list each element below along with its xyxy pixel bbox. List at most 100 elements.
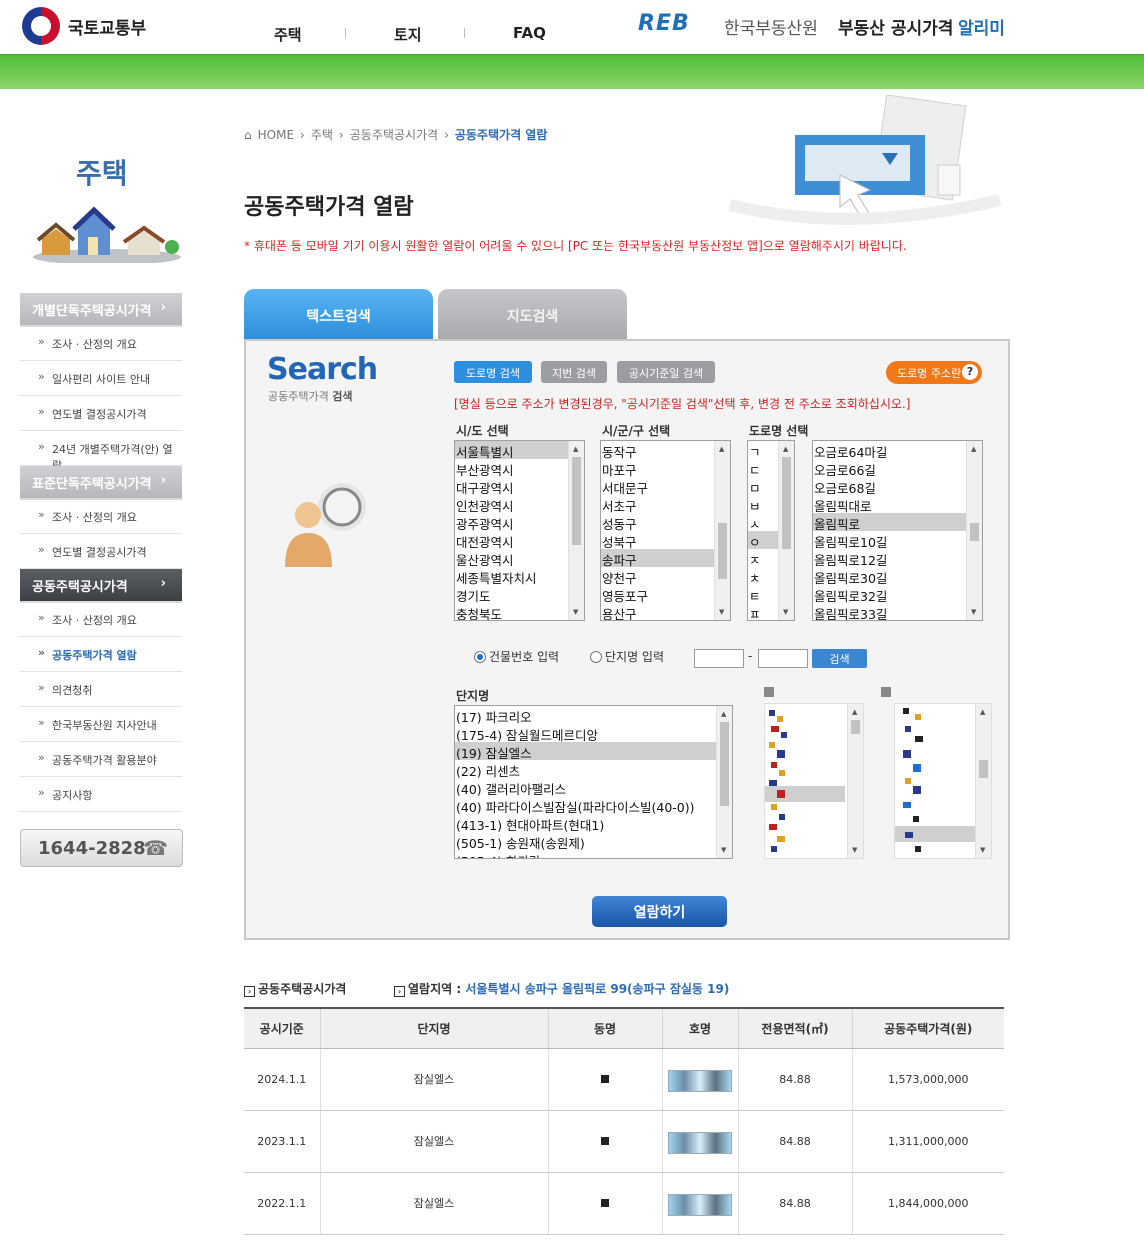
sigungu-listbox[interactable]: 동작구 마포구 서대문구 서초구 성동구 성북구 송파구 양천구 영등포구 용산… xyxy=(600,440,731,621)
list-item[interactable]: 오금로68길 xyxy=(813,477,982,495)
scrollbar[interactable]: ▲ ▼ xyxy=(714,441,730,620)
list-item[interactable]: 용산구 xyxy=(601,603,730,620)
reb-name[interactable]: 한국부동산원 xyxy=(724,14,818,39)
scrollbar[interactable]: ▲ ▼ xyxy=(778,441,794,620)
ho-listbox[interactable]: ▲ ▼ xyxy=(894,703,992,859)
sidebar-category-standard-house[interactable]: 표준단독주택공시가격 › xyxy=(20,466,182,498)
list-item[interactable]: 성북구 xyxy=(601,531,730,549)
ministry-name[interactable]: 국토교통부 xyxy=(68,14,146,39)
complex-listbox[interactable]: (17) 파크리오 (175-4) 잠실월드메르디앙 (19) 잠실엘스 (22… xyxy=(454,705,733,859)
scrollbar[interactable]: ▲ ▼ xyxy=(847,704,863,858)
service-name[interactable]: 부동산 공시가격 xyxy=(838,14,953,39)
list-item[interactable]: 올림픽로33길 xyxy=(813,603,982,620)
list-item[interactable]: (505-1) 송원재(송원제) xyxy=(455,832,732,850)
scrollbar[interactable]: ▲ ▼ xyxy=(966,441,982,620)
list-item[interactable]: 서대문구 xyxy=(601,477,730,495)
breadcrumb-home[interactable]: HOME xyxy=(258,128,294,142)
road-name-search-button[interactable]: 도로명 검색 xyxy=(454,361,532,383)
list-item[interactable]: 부산광역시 xyxy=(455,459,584,477)
list-item[interactable]: 마포구 xyxy=(601,459,730,477)
sidebar-category-individual-house[interactable]: 개별단독주택공시가격 › xyxy=(20,293,182,325)
scrollbar[interactable]: ▲ ▼ xyxy=(716,706,732,858)
redacted-label-icon xyxy=(764,687,774,697)
list-item[interactable]: 경기도 xyxy=(455,585,584,603)
list-item[interactable]: 세종특별자치시 xyxy=(455,567,584,585)
sidebar-item-branch-info[interactable]: 한국부동산원 지사안내 xyxy=(20,707,182,742)
result-region: › 열람지역 : 서울특별시 송파구 올림픽로 99(송파구 잠실동 19) xyxy=(394,980,729,997)
list-item[interactable]: 오금로66길 xyxy=(813,459,982,477)
list-item[interactable]: (40) 갤러리아팰리스 xyxy=(455,778,732,796)
consonant-listbox[interactable]: ㄱ ㄷ ㅁ ㅂ ㅅ ㅇ ㅈ ㅊ ㅌ ㅍ ▲ ▼ xyxy=(747,440,795,621)
sido-listbox[interactable]: 서울특별시 부산광역시 대구광역시 인천광역시 광주광역시 대전광역시 울산광역… xyxy=(454,440,585,621)
list-item[interactable]: 올림픽로 xyxy=(813,513,982,531)
sidebar-item-survey-overview[interactable]: 조사 · 산정의 개요 xyxy=(20,326,182,361)
redacted-label-icon xyxy=(881,687,891,697)
list-item[interactable]: 올림픽로32길 xyxy=(813,585,982,603)
nav-housing[interactable]: 주택 xyxy=(274,24,302,45)
building-sub-number-input[interactable] xyxy=(758,649,808,668)
list-item[interactable]: 영등포구 xyxy=(601,585,730,603)
breadcrumb-apartment[interactable]: 공동주택공시가격 xyxy=(350,128,438,142)
tab-text-search[interactable]: 텍스트검색 xyxy=(244,289,433,340)
radio-complex-name[interactable]: 단지명 입력 xyxy=(590,648,664,665)
list-item[interactable]: (175-4) 잠실월드메르디앙 xyxy=(455,724,732,742)
road-listbox[interactable]: 오금로64마길 오금로66길 오금로68길 올림픽대로 올림픽로 올림픽로10길… xyxy=(812,440,983,621)
service-brand[interactable]: 알리미 xyxy=(958,14,1005,39)
building-search-button[interactable]: 검색 xyxy=(812,649,867,668)
list-item[interactable]: 동작구 xyxy=(601,441,730,459)
list-item[interactable]: 광주광역시 xyxy=(455,513,584,531)
reb-logo[interactable]: REB xyxy=(638,11,690,36)
list-item[interactable]: 오금로64마길 xyxy=(813,441,982,459)
view-button[interactable]: 열람하기 xyxy=(592,896,727,927)
nav-faq[interactable]: FAQ xyxy=(513,24,546,42)
dong-listbox[interactable]: ▲ ▼ xyxy=(764,703,864,859)
tab-map-search[interactable]: 지도검색 xyxy=(438,289,627,340)
list-item[interactable]: 대전광역시 xyxy=(455,531,584,549)
list-item[interactable]: (17) 파크리오 xyxy=(455,706,732,724)
sidebar-item-apartment-price-view[interactable]: 공동주택가격 열람 xyxy=(20,637,182,672)
sidebar-item-survey-overview[interactable]: 조사 · 산정의 개요 xyxy=(20,499,182,534)
list-item[interactable]: 울산광역시 xyxy=(455,549,584,567)
sidebar-item-notice[interactable]: 공지사항 xyxy=(20,777,182,812)
list-item[interactable]: (40) 파라다이스빌잠실(파라다이스빌(40-0)) xyxy=(455,796,732,814)
nav-land[interactable]: 토지 xyxy=(394,24,422,45)
radio-building-number[interactable]: 건물번호 입력 xyxy=(474,648,559,665)
list-item[interactable]: (413-1) 현대아파트(현대1) xyxy=(455,814,732,832)
list-item[interactable]: 서울특별시 xyxy=(455,441,584,459)
breadcrumb-housing[interactable]: 주택 xyxy=(311,128,333,142)
redacted-pixel-icon xyxy=(903,708,923,852)
list-item[interactable]: 올림픽로12길 xyxy=(813,549,982,567)
list-item[interactable]: 서초구 xyxy=(601,495,730,513)
scrollbar[interactable]: ▲ ▼ xyxy=(975,704,991,858)
sidebar-category-apartment[interactable]: 공동주택공시가격 › xyxy=(20,569,182,601)
list-item[interactable]: 송파구 xyxy=(601,549,730,567)
breadcrumb: ⌂ HOME › 주택 › 공동주택공시가격 › 공동주택가격 열람 xyxy=(244,128,548,142)
list-item[interactable]: 양천구 xyxy=(601,567,730,585)
list-item[interactable]: 인천광역시 xyxy=(455,495,584,513)
list-item[interactable]: 충청북도 xyxy=(455,603,584,620)
table-row: 2023.1.1 잠실엘스 84.88 1,311,000,000 xyxy=(244,1110,1004,1173)
list-item[interactable]: 대구광역시 xyxy=(455,477,584,495)
base-date-search-button[interactable]: 공시기준일 검색 xyxy=(617,361,715,383)
building-main-number-input[interactable] xyxy=(694,649,744,668)
sidebar-item-usage[interactable]: 공동주택가격 활용분야 xyxy=(20,742,182,777)
cell-name: 잠실엘스 xyxy=(320,1048,549,1111)
sidebar-item-24-draft[interactable]: 24년 개별주택가격(안) 열람 xyxy=(20,431,182,472)
list-item[interactable]: 올림픽대로 xyxy=(813,495,982,513)
breadcrumb-current: 공동주택가격 열람 xyxy=(454,128,548,142)
list-item[interactable]: (19) 잠실엘스 xyxy=(455,742,732,760)
sidebar-item-yearly-price[interactable]: 연도별 결정공시가격 xyxy=(20,534,182,569)
sidebar-item-opinion[interactable]: 의견청취 xyxy=(20,672,182,707)
list-item[interactable]: 올림픽로10길 xyxy=(813,531,982,549)
list-item[interactable]: 성동구 xyxy=(601,513,730,531)
list-item[interactable]: (505-4) 한가람 xyxy=(455,850,732,858)
list-item[interactable]: (22) 리센츠 xyxy=(455,760,732,778)
jibun-search-button[interactable]: 지번 검색 xyxy=(541,361,607,383)
sidebar-item-survey-overview[interactable]: 조사 · 산정의 개요 xyxy=(20,602,182,637)
list-item[interactable]: 올림픽로30길 xyxy=(813,567,982,585)
road-address-help-button[interactable]: 도로명 주소란? xyxy=(886,361,982,384)
ministry-logo-icon[interactable] xyxy=(22,7,60,45)
scrollbar[interactable]: ▲ ▼ xyxy=(568,441,584,620)
sidebar-item-yearly-price[interactable]: 연도별 결정공시가격 xyxy=(20,396,182,431)
sidebar-item-ilsa-site[interactable]: 일사편리 사이트 안내 xyxy=(20,361,182,396)
